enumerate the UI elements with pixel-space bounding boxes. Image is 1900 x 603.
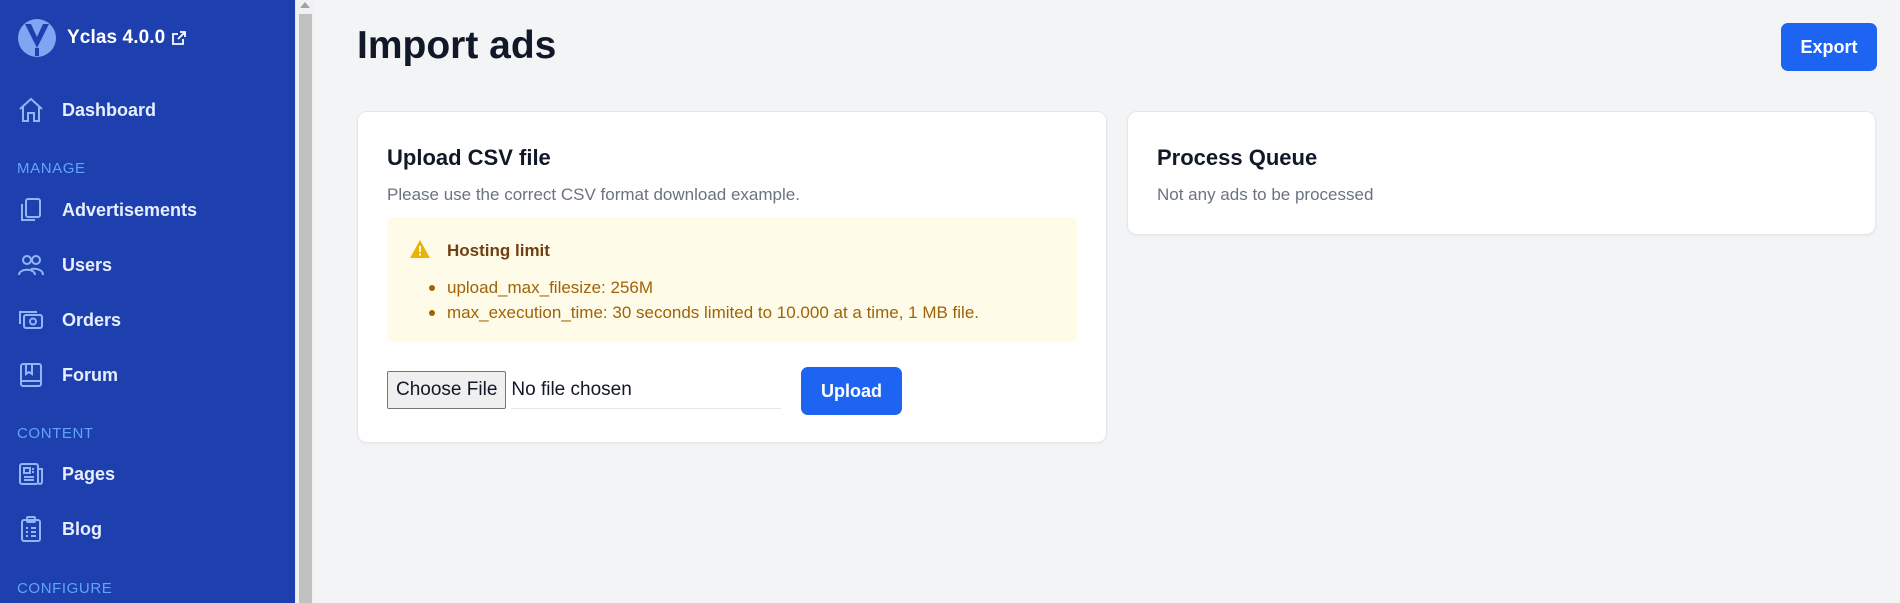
- queue-empty-message: Not any ads to be processed: [1157, 185, 1374, 204]
- book-icon: [17, 361, 45, 389]
- list-item: upload_max_filesize: 256M: [429, 275, 979, 300]
- yclas-logo-icon: [17, 18, 57, 58]
- app: Yclas 4.0.0 Dashboard MANAGE Advertiseme…: [0, 0, 1900, 603]
- upload-csv-card: Upload CSV file Please use the correct C…: [357, 111, 1107, 443]
- scroll-up-arrow-icon[interactable]: [300, 2, 310, 8]
- list-item: max_execution_time: 30 seconds limited t…: [429, 300, 979, 325]
- upload-card-subtitle: Please use the correct CSV format downlo…: [387, 185, 800, 204]
- sidebar-item-users[interactable]: Users: [17, 247, 112, 283]
- choose-file-button[interactable]: Choose File: [387, 371, 507, 409]
- sidebar-item-blog[interactable]: Blog: [17, 511, 102, 547]
- page-title: Import ads: [357, 24, 557, 67]
- sidebar: Yclas 4.0.0 Dashboard MANAGE Advertiseme…: [0, 0, 295, 603]
- sidebar-item-label: Users: [62, 254, 113, 275]
- external-link-icon[interactable]: [171, 30, 187, 46]
- sidebar-item-label: Orders: [62, 309, 122, 330]
- alert-list: upload_max_filesize: 256M max_execution_…: [429, 275, 979, 325]
- hosting-limit-alert: Hosting limit upload_max_filesize: 256M …: [387, 217, 1077, 342]
- clipboard-list-icon: [17, 515, 45, 543]
- newspaper-icon: [17, 460, 45, 488]
- brand[interactable]: Yclas 4.0.0: [17, 18, 187, 58]
- sidebar-item-orders[interactable]: Orders: [17, 302, 121, 338]
- section-configure: CONFIGURE: [17, 580, 113, 597]
- sidebar-scrollbar[interactable]: [295, 0, 315, 603]
- cash-icon: [17, 306, 45, 334]
- sidebar-item-dashboard[interactable]: Dashboard: [17, 92, 156, 128]
- sidebar-item-forum[interactable]: Forum: [17, 357, 118, 393]
- documents-icon: [17, 196, 45, 224]
- home-icon: [17, 96, 45, 124]
- export-button[interactable]: Export: [1781, 23, 1877, 71]
- sidebar-item-pages[interactable]: Pages: [17, 456, 115, 492]
- section-content: CONTENT: [17, 425, 94, 442]
- sidebar-item-label: Forum: [62, 364, 118, 385]
- users-icon: [17, 251, 45, 279]
- scroll-thumb[interactable]: [299, 14, 312, 603]
- process-queue-card: Process Queue Not any ads to be processe…: [1127, 111, 1876, 235]
- brand-title: Yclas 4.0.0: [67, 27, 166, 48]
- warning-icon: [409, 238, 431, 260]
- section-manage: MANAGE: [17, 160, 86, 177]
- upload-card-title: Upload CSV file: [387, 145, 551, 170]
- sidebar-item-label: Advertisements: [62, 199, 198, 220]
- sidebar-item-label: Pages: [62, 463, 116, 484]
- sidebar-item-label: Blog: [62, 518, 102, 539]
- sidebar-item-label: Dashboard: [62, 99, 157, 120]
- upload-button[interactable]: Upload: [801, 367, 902, 415]
- file-status-text: No file chosen: [511, 371, 782, 409]
- alert-title: Hosting limit: [447, 241, 550, 260]
- sidebar-item-advertisements[interactable]: Advertisements: [17, 192, 197, 228]
- queue-card-title: Process Queue: [1157, 145, 1318, 170]
- file-input[interactable]: Choose File No file chosen: [387, 371, 782, 409]
